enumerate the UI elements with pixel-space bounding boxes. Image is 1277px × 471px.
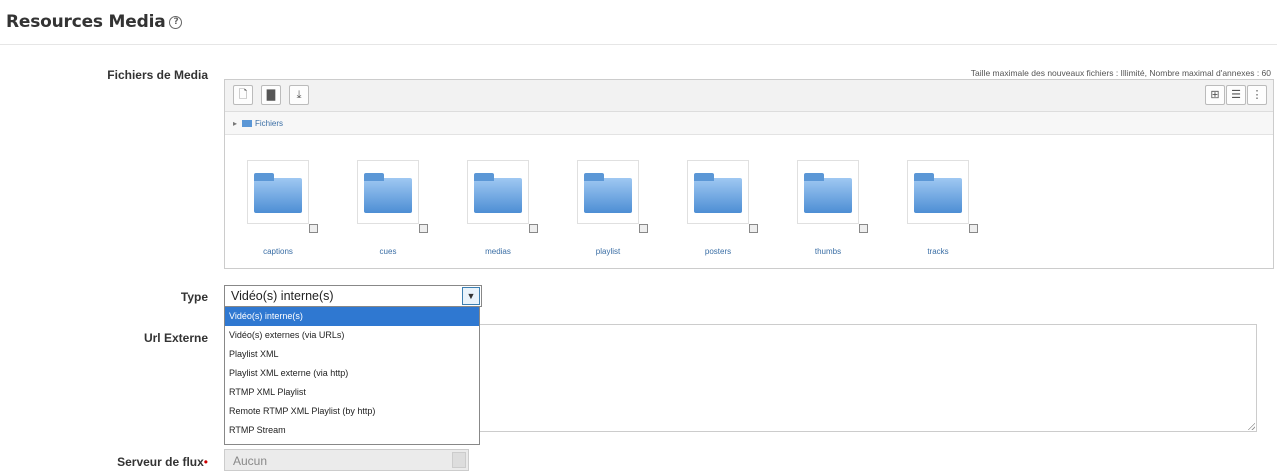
help-icon[interactable]: ? bbox=[169, 15, 183, 29]
breadcrumb-item[interactable]: Fichiers bbox=[255, 119, 283, 128]
dropdown-option[interactable]: Remote RTMP XML Playlist (by http) bbox=[225, 402, 479, 421]
stream-label-text: Serveur de flux bbox=[117, 455, 204, 469]
folder-name[interactable]: posters bbox=[665, 247, 771, 256]
chevron-down-icon bbox=[452, 452, 466, 468]
create-folder-icon[interactable]: ▇ bbox=[261, 85, 281, 105]
folder-icon bbox=[584, 173, 632, 213]
type-dropdown: Vidéo(s) interne(s) Vidéo(s) externes (v… bbox=[224, 306, 480, 445]
filepicker-label: Fichiers de Media bbox=[107, 68, 208, 82]
type-select[interactable]: Vidéo(s) interne(s) ▼ bbox=[224, 285, 482, 307]
folder-name[interactable]: playlist bbox=[555, 247, 661, 256]
add-file-icon[interactable]: 🗋 bbox=[233, 85, 253, 105]
stream-select: Aucun bbox=[224, 449, 469, 471]
dropdown-option[interactable]: Vidéo(s) externes (via URLs) bbox=[225, 326, 479, 345]
folder-item[interactable]: playlist bbox=[555, 160, 648, 260]
folder-item[interactable]: captions bbox=[225, 160, 318, 260]
chevron-down-icon[interactable]: ▼ bbox=[462, 287, 480, 305]
resize-handle[interactable] bbox=[1247, 422, 1255, 430]
breadcrumb: ▸ Fichiers bbox=[225, 112, 1273, 135]
divider bbox=[0, 44, 1277, 45]
folder-icon bbox=[364, 173, 412, 213]
folder-icon bbox=[804, 173, 852, 213]
context-icon[interactable] bbox=[309, 224, 318, 233]
context-icon[interactable] bbox=[969, 224, 978, 233]
context-icon[interactable] bbox=[859, 224, 868, 233]
folder-name[interactable]: medias bbox=[445, 247, 551, 256]
expand-icon[interactable]: ▸ bbox=[233, 119, 237, 128]
list-view-icon[interactable]: ☰ bbox=[1226, 85, 1246, 105]
folder-icon bbox=[474, 173, 522, 213]
required-icon: • bbox=[203, 455, 208, 469]
stream-label: Serveur de flux• bbox=[48, 455, 208, 469]
folder-item[interactable]: medias bbox=[445, 160, 538, 260]
folder-name[interactable]: cues bbox=[335, 247, 441, 256]
folder-icon bbox=[694, 173, 742, 213]
folder-icon bbox=[242, 120, 252, 127]
section-title-text: Resources Media bbox=[6, 12, 166, 32]
type-select-value: Vidéo(s) interne(s) bbox=[231, 289, 334, 303]
folder-name[interactable]: captions bbox=[225, 247, 331, 256]
type-label: Type bbox=[180, 290, 208, 304]
icon-view-icon[interactable]: ⊞ bbox=[1205, 85, 1225, 105]
filepicker: 🗋 ▇ ⤓ ⊞ ☰ ⋮ ▸ Fichiers captions cues med… bbox=[224, 79, 1274, 269]
folder-icon bbox=[254, 173, 302, 213]
folder-item[interactable]: posters bbox=[665, 160, 758, 260]
context-icon[interactable] bbox=[639, 224, 648, 233]
dropdown-option[interactable]: RTMP XML Playlist bbox=[225, 383, 479, 402]
url-label: Url Externe bbox=[143, 331, 208, 345]
filepicker-info: Taille maximale des nouveaux fichiers : … bbox=[970, 68, 1271, 78]
folder-item[interactable]: thumbs bbox=[775, 160, 868, 260]
folder-name[interactable]: thumbs bbox=[775, 247, 881, 256]
stream-select-value: Aucun bbox=[233, 454, 268, 468]
context-icon[interactable] bbox=[529, 224, 538, 233]
folder-icon bbox=[914, 173, 962, 213]
download-icon[interactable]: ⤓ bbox=[289, 85, 309, 105]
dropdown-option[interactable]: RTMP Stream bbox=[225, 421, 479, 440]
dropdown-option[interactable]: Playlist XML bbox=[225, 345, 479, 364]
context-icon[interactable] bbox=[419, 224, 428, 233]
tree-view-icon[interactable]: ⋮ bbox=[1247, 85, 1267, 105]
folder-name[interactable]: tracks bbox=[885, 247, 991, 256]
context-icon[interactable] bbox=[749, 224, 758, 233]
dropdown-option[interactable]: Playlist XML externe (via http) bbox=[225, 364, 479, 383]
section-title: Resources Media? bbox=[6, 12, 183, 32]
folder-item[interactable]: tracks bbox=[885, 160, 978, 260]
filepicker-toolbar: 🗋 ▇ ⤓ ⊞ ☰ ⋮ bbox=[225, 80, 1273, 112]
dropdown-option[interactable]: Vidéo(s) interne(s) bbox=[225, 307, 479, 326]
folder-item[interactable]: cues bbox=[335, 160, 428, 260]
